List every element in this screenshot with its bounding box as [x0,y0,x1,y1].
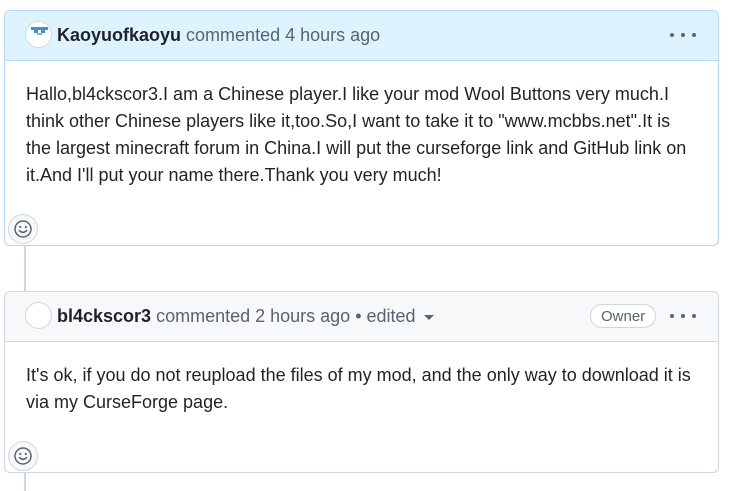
smiley-icon [14,447,32,465]
comment-card: Kaoyuofkaoyu commented 4 hours ago Hallo… [4,10,719,246]
avatar[interactable] [25,302,52,329]
comment-header-text: Kaoyuofkaoyu commented 4 hours ago [57,24,380,46]
smiley-icon [14,220,32,238]
more-options-icon[interactable] [670,24,696,46]
comment-body: Hallo,bl4ckscor3.I am a Chinese player.I… [26,84,687,185]
comment-timestamp[interactable]: commented 4 hours ago [186,25,380,45]
issue-timeline: Kaoyuofkaoyu commented 4 hours ago Hallo… [0,0,729,491]
comment-body: It's ok, if you do not reupload the file… [26,365,691,412]
edited-dropdown[interactable]: • edited [355,306,434,326]
comment-timestamp[interactable]: commented 2 hours ago [156,306,350,326]
comment-header: bl4ckscor3 commented 2 hours ago • edite… [5,292,718,342]
timeline-connector [24,473,26,491]
add-reaction-button[interactable] [8,214,38,244]
comment-card: bl4ckscor3 commented 2 hours ago • edite… [4,291,719,473]
more-options-icon[interactable] [670,305,696,327]
chevron-down-icon [423,314,434,320]
avatar[interactable] [25,21,52,48]
avatar-image [26,22,51,47]
comment-header-text: bl4ckscor3 commented 2 hours ago • edite… [57,305,434,327]
edited-label: • edited [355,306,416,326]
timeline-connector [24,246,26,291]
comment-header: Kaoyuofkaoyu commented 4 hours ago [5,11,718,61]
add-reaction-button[interactable] [8,441,38,471]
author-link[interactable]: bl4ckscor3 [57,306,151,326]
owner-badge: Owner [590,304,657,328]
author-link[interactable]: Kaoyuofkaoyu [57,25,181,45]
